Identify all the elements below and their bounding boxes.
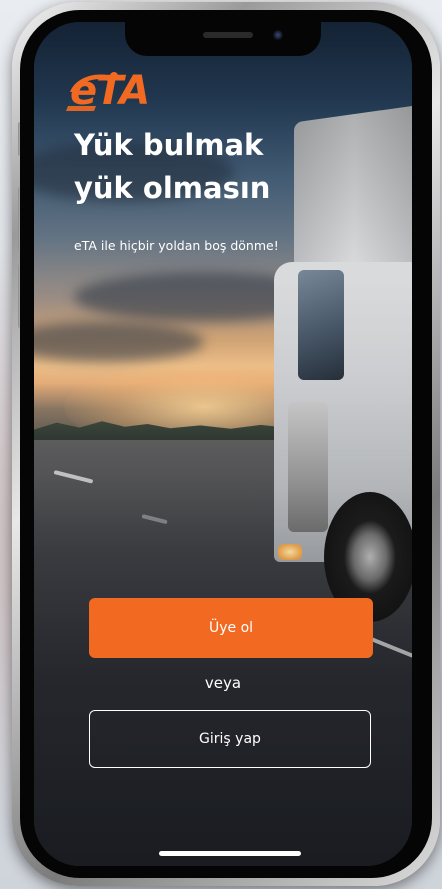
logo-text: eTA	[70, 68, 150, 114]
phone-notch	[125, 22, 321, 56]
signup-button-label: Üye ol	[208, 620, 254, 636]
eta-logo: eTA	[66, 66, 176, 120]
speaker-grille	[203, 32, 253, 38]
camera-icon	[273, 30, 283, 40]
login-button[interactable]: Giriş yap	[89, 710, 371, 768]
headline-line-1: Yük bulmak	[74, 128, 264, 162]
tagline: eTA ile hiçbir yoldan boş dönme!	[74, 238, 279, 253]
headline-line-2: yük olmasın	[74, 171, 271, 205]
signup-button[interactable]: Üye ol	[89, 598, 373, 658]
home-indicator[interactable]	[159, 851, 301, 856]
or-divider-text: veya	[204, 674, 242, 692]
page-title: Yük bulmak yük olmasın	[74, 124, 374, 210]
app-screen: eTA Yük bulmak yük olmasın eTA ile hiçbi…	[34, 22, 412, 866]
login-button-label: Giriş yap	[199, 731, 261, 747]
